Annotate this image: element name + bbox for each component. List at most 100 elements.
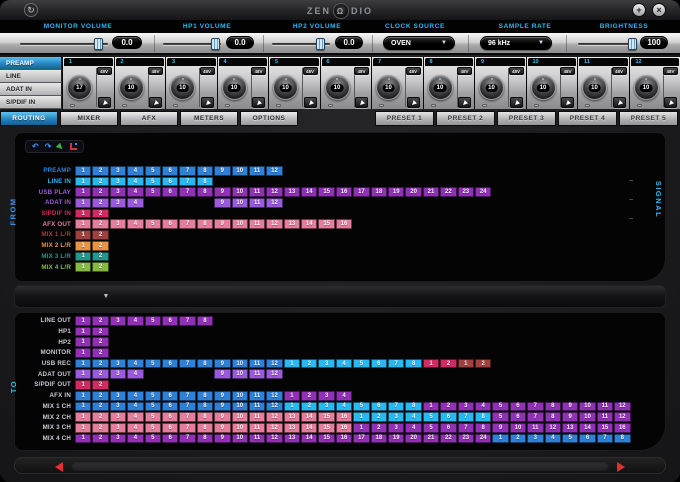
routing-cell[interactable]: 2 <box>92 241 108 251</box>
routing-cell[interactable]: 7 <box>458 412 474 422</box>
routing-cell[interactable]: 1 <box>75 262 91 272</box>
routing-cell[interactable]: 16 <box>336 434 352 444</box>
routing-cell[interactable]: 1 <box>284 391 300 401</box>
routing-cell[interactable]: 3 <box>110 316 126 326</box>
routing-cell[interactable]: 15 <box>318 219 334 229</box>
gain-knob[interactable]: 10 <box>325 75 350 100</box>
routing-cell[interactable]: 5 <box>145 166 161 176</box>
sample-rate-dropdown[interactable]: 96 kHz ▼ <box>480 36 552 50</box>
routing-cell[interactable]: 12 <box>266 434 282 444</box>
gain-knob[interactable]: 10 <box>582 75 607 100</box>
routing-cell[interactable]: 1 <box>75 198 91 208</box>
routing-cell[interactable]: 6 <box>440 412 456 422</box>
routing-cell[interactable]: 2 <box>92 177 108 187</box>
redo-icon[interactable]: ↷ <box>45 143 52 151</box>
routing-cell[interactable]: 9 <box>214 391 230 401</box>
routing-cell[interactable]: 6 <box>371 402 387 412</box>
routing-cell[interactable]: 7 <box>179 316 195 326</box>
routing-cell[interactable]: 1 <box>75 219 91 229</box>
phantom-48v-button[interactable]: 48V <box>509 67 524 75</box>
routing-cell[interactable]: 3 <box>110 187 126 197</box>
pad-arrow-button[interactable]: ▶ <box>355 97 368 108</box>
routing-cell[interactable]: 3 <box>110 391 126 401</box>
routing-cell[interactable]: 10 <box>232 423 248 433</box>
routing-cell[interactable]: 5 <box>145 434 161 444</box>
routing-cell[interactable]: 6 <box>162 423 178 433</box>
routing-cell[interactable]: 1 <box>75 359 91 369</box>
routing-cell[interactable]: 9 <box>214 187 230 197</box>
routing-cell[interactable]: 2 <box>92 327 108 337</box>
routing-cell[interactable]: 11 <box>249 359 265 369</box>
hp1-volume-slider[interactable] <box>163 43 221 45</box>
routing-cell[interactable]: 8 <box>475 412 491 422</box>
routing-cell[interactable]: 2 <box>92 198 108 208</box>
routing-cell[interactable]: 2 <box>301 359 317 369</box>
routing-cell[interactable]: 10 <box>232 219 248 229</box>
preset-3-button[interactable]: PRESET 3 <box>497 111 556 126</box>
routing-cell[interactable]: 9 <box>214 412 230 422</box>
hp2-volume-handle[interactable] <box>316 38 325 50</box>
routing-cell[interactable]: 7 <box>179 434 195 444</box>
routing-cell[interactable]: 1 <box>75 380 91 390</box>
routing-cell[interactable]: 4 <box>405 423 421 433</box>
routing-cell[interactable]: 13 <box>284 187 300 197</box>
routing-cell[interactable]: 8 <box>197 423 213 433</box>
routing-cell[interactable]: 13 <box>284 423 300 433</box>
routing-cell[interactable]: 8 <box>197 412 213 422</box>
routing-cell[interactable]: 1 <box>75 252 91 262</box>
monitor-volume-slider[interactable] <box>20 43 108 45</box>
routing-cell[interactable]: 5 <box>145 177 161 187</box>
gain-knob[interactable]: 10 <box>119 75 144 100</box>
window-move-icon[interactable]: + <box>632 3 646 17</box>
routing-cell[interactable]: 2 <box>92 230 108 240</box>
routing-cell[interactable]: 10 <box>232 402 248 412</box>
routing-cell[interactable]: 11 <box>249 166 265 176</box>
routing-cell[interactable]: 11 <box>249 434 265 444</box>
routing-cell[interactable]: 11 <box>249 402 265 412</box>
routing-cell[interactable]: 10 <box>232 166 248 176</box>
phantom-48v-button[interactable]: 48V <box>663 67 678 75</box>
routing-cell[interactable]: 12 <box>266 391 282 401</box>
routing-cell[interactable]: 1 <box>75 241 91 251</box>
routing-cell[interactable]: 4 <box>127 423 143 433</box>
routing-cell[interactable]: 14 <box>301 423 317 433</box>
routing-cell[interactable]: 12 <box>266 219 282 229</box>
window-close-icon[interactable]: × <box>652 3 666 17</box>
routing-cell[interactable]: 24 <box>475 434 491 444</box>
routing-cell[interactable]: 23 <box>458 187 474 197</box>
routing-cell[interactable]: 12 <box>266 187 282 197</box>
routing-cell[interactable]: 8 <box>405 359 421 369</box>
routing-cell[interactable]: 11 <box>249 423 265 433</box>
routing-cell[interactable]: 10 <box>232 359 248 369</box>
routing-cell[interactable]: 5 <box>145 423 161 433</box>
routing-cell[interactable]: 7 <box>388 359 404 369</box>
routing-cell[interactable]: 7 <box>179 219 195 229</box>
routing-cell[interactable]: 8 <box>197 219 213 229</box>
routing-cell[interactable]: 10 <box>510 423 526 433</box>
routing-cell[interactable]: 5 <box>145 359 161 369</box>
phantom-48v-button[interactable]: 48V <box>148 67 163 75</box>
routing-cell[interactable]: 22 <box>440 434 456 444</box>
routing-cell[interactable]: 14 <box>301 434 317 444</box>
routing-cell[interactable]: 6 <box>162 402 178 412</box>
apply-routing-icon[interactable]: ▶ <box>55 141 65 151</box>
routing-cell[interactable]: 19 <box>388 187 404 197</box>
routing-cell[interactable]: 14 <box>579 423 595 433</box>
routing-cell[interactable]: 4 <box>405 412 421 422</box>
phantom-48v-button[interactable]: 48V <box>612 67 627 75</box>
routing-cell[interactable]: 4 <box>127 402 143 412</box>
routing-cell[interactable]: 6 <box>162 316 178 326</box>
gain-knob[interactable]: 10 <box>170 75 195 100</box>
routing-cell[interactable]: 11 <box>249 198 265 208</box>
routing-cell[interactable]: 7 <box>179 391 195 401</box>
routing-cell[interactable]: 9 <box>492 423 508 433</box>
routing-cell[interactable]: 24 <box>475 187 491 197</box>
routing-cell[interactable]: 8 <box>197 402 213 412</box>
routing-cell[interactable]: 13 <box>562 423 578 433</box>
routing-cell[interactable]: 12 <box>545 423 561 433</box>
pad-arrow-button[interactable]: ▶ <box>458 97 471 108</box>
routing-cell[interactable]: 1 <box>75 423 91 433</box>
routing-cell[interactable]: 16 <box>336 219 352 229</box>
routing-cell[interactable]: 8 <box>614 434 630 444</box>
gain-knob[interactable]: 10 <box>222 75 247 100</box>
